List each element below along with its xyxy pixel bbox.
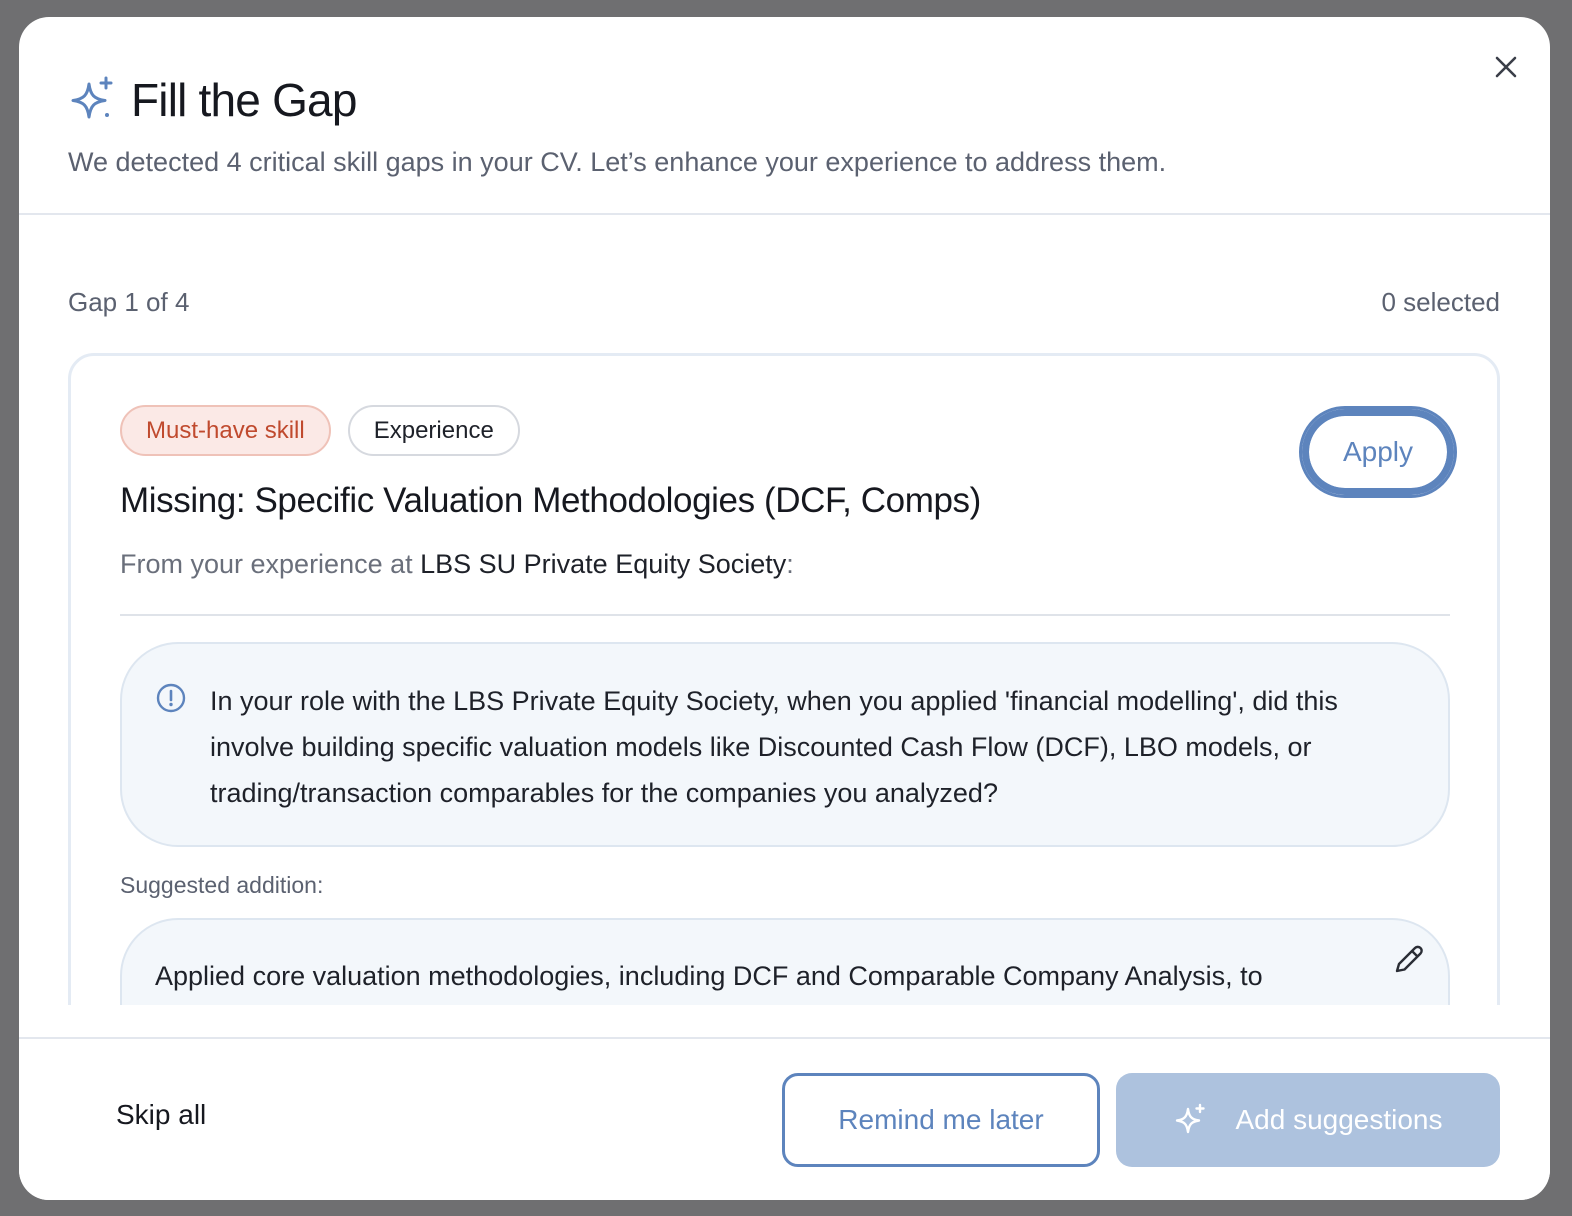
missing-skill-title: Missing: Specific Valuation Methodologie… xyxy=(120,481,981,520)
gap-counter: Gap 1 of 4 xyxy=(68,287,190,317)
pencil-icon[interactable] xyxy=(1390,942,1426,978)
title-row: Fill the Gap xyxy=(67,73,357,127)
remind-me-later-button[interactable]: Remind me later xyxy=(782,1073,1100,1167)
suggested-addition-label: Suggested addition: xyxy=(120,872,324,898)
question-box: In your role with the LBS Private Equity… xyxy=(120,642,1450,847)
modal-footer: Skip all Remind me later Add suggestions xyxy=(19,1037,1550,1200)
modal-title: Fill the Gap xyxy=(131,74,357,126)
must-have-skill-tag: Must-have skill xyxy=(120,405,331,456)
experience-tag: Experience xyxy=(347,405,520,456)
remind-me-later-label: Remind me later xyxy=(838,1104,1044,1135)
selected-count: 0 selected xyxy=(1381,287,1500,317)
experience-source: From your experience at LBS SU Private E… xyxy=(120,549,794,580)
apply-button[interactable]: Apply xyxy=(1299,406,1457,498)
suggested-addition-text[interactable]: Applied core valuation methodologies, in… xyxy=(155,956,1355,996)
apply-button-focus-ring xyxy=(1306,413,1450,491)
tag-list: Must-have skill Experience xyxy=(120,405,520,456)
experience-source-suffix: : xyxy=(786,549,794,579)
modal-header: Fill the Gap We detected 4 critical skil… xyxy=(19,17,1550,215)
sparkles-icon xyxy=(1176,1103,1206,1134)
experience-source-org: LBS SU Private Equity Society xyxy=(420,549,787,579)
experience-source-prefix: From your experience at xyxy=(120,549,421,579)
question-text: In your role with the LBS Private Equity… xyxy=(210,686,1338,808)
skip-all-button[interactable]: Skip all xyxy=(116,1099,206,1131)
suggested-addition-box[interactable]: Applied core valuation methodologies, in… xyxy=(120,918,1450,1005)
sparkles-icon xyxy=(71,76,113,119)
modal-body[interactable]: Gap 1 of 4 0 selected Must-have skill Ex… xyxy=(19,217,1550,1005)
close-button[interactable] xyxy=(1492,53,1520,81)
close-icon xyxy=(1495,56,1517,78)
add-suggestions-label: Add suggestions xyxy=(1235,1104,1443,1135)
modal-subtitle: We detected 4 critical skill gaps in you… xyxy=(68,147,1167,177)
fill-the-gap-modal: Fill the Gap We detected 4 critical skil… xyxy=(19,17,1550,1200)
info-icon xyxy=(156,683,186,713)
add-suggestions-button[interactable]: Add suggestions xyxy=(1116,1073,1500,1167)
gap-card: Must-have skill Experience Apply Missing… xyxy=(68,353,1500,1005)
divider xyxy=(120,614,1450,616)
